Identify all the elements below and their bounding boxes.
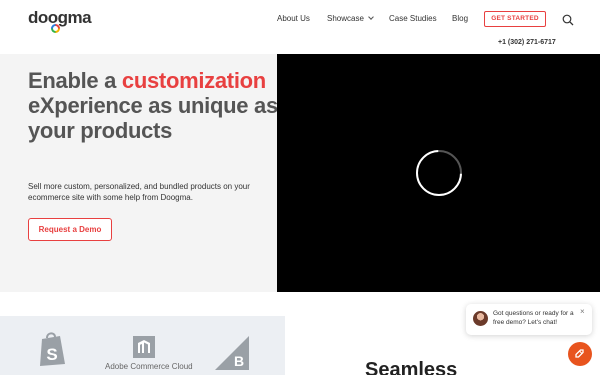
section-title: Seamless <box>365 359 458 375</box>
chat-icon <box>575 349 584 358</box>
agent-avatar <box>473 311 488 326</box>
adobe-commerce-icon <box>133 336 155 358</box>
nav-showcase-label: Showcase <box>327 14 364 23</box>
chat-message: Got questions or ready for a free demo? … <box>493 310 574 326</box>
nav-about-us[interactable]: About Us <box>277 14 310 23</box>
nav-showcase[interactable]: Showcase <box>327 14 374 23</box>
phone-number[interactable]: +1 (302) 271-6717 <box>498 39 556 46</box>
svg-text:B: B <box>234 353 244 369</box>
site-header: doogma About Us Showcase Case Studies Bl… <box>0 0 600 54</box>
headline-rest: eXperience as unique as your products <box>28 93 278 143</box>
nav-blog[interactable]: Blog <box>452 14 468 23</box>
adobe-commerce-label: Adobe Commerce Cloud <box>105 362 193 371</box>
headline-pre: Enable a <box>28 68 122 93</box>
bigcommerce-icon: B <box>215 336 249 370</box>
nav-case-studies[interactable]: Case Studies <box>389 14 437 23</box>
request-demo-button[interactable]: Request a Demo <box>28 218 112 241</box>
close-icon[interactable]: × <box>580 307 585 316</box>
logo-text: doogma <box>28 8 92 27</box>
doogma-logo[interactable]: doogma <box>28 8 92 33</box>
hero-video[interactable] <box>277 54 600 292</box>
hero-headline: Enable a customization eXperience as uni… <box>28 68 278 143</box>
chat-launcher-button[interactable] <box>568 342 592 366</box>
chevron-down-icon <box>368 14 374 20</box>
get-started-button[interactable]: GET STARTED <box>484 11 546 27</box>
loading-spinner-icon <box>416 150 462 196</box>
shopify-icon: S <box>40 332 65 366</box>
search-icon[interactable] <box>562 14 574 26</box>
headline-accent: customization <box>121 68 266 93</box>
svg-text:S: S <box>46 345 57 364</box>
chat-bubble[interactable]: Got questions or ready for a free demo? … <box>466 304 592 335</box>
hero-subtext: Sell more custom, personalized, and bund… <box>28 182 250 202</box>
logo-ring-icon <box>51 24 60 33</box>
